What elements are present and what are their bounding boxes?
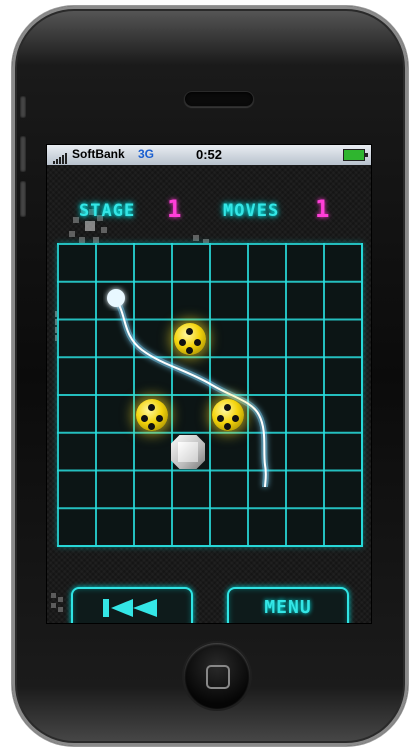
- ball-piece[interactable]: [174, 323, 206, 355]
- block-face: [178, 442, 198, 462]
- mute-switch: [20, 96, 26, 118]
- earpiece-speaker: [184, 91, 254, 107]
- home-button[interactable]: [184, 643, 250, 709]
- menu-button[interactable]: MENU: [227, 587, 349, 623]
- battery-icon: [343, 149, 368, 161]
- trail-head: [107, 289, 125, 307]
- electric-trail: [107, 289, 269, 488]
- menu-button-label: MENU: [264, 597, 312, 618]
- clock: 0:52: [195, 147, 223, 162]
- volume-up-button: [20, 136, 26, 172]
- game-area: STAGE 1 MOVES 1 MENU: [47, 165, 371, 623]
- stone-block: [171, 435, 205, 469]
- rewind-button[interactable]: [71, 587, 193, 623]
- volume-down-button: [20, 181, 26, 217]
- rewind-icon: [103, 599, 157, 617]
- ball-piece[interactable]: [212, 399, 244, 431]
- home-square-icon: [206, 665, 230, 689]
- status-bar: SoftBank 3G 0:52: [47, 145, 371, 165]
- screen: SoftBank 3G 0:52 STAGE 1 MOVES 1 MENU: [46, 144, 372, 624]
- ball-piece[interactable]: [136, 399, 168, 431]
